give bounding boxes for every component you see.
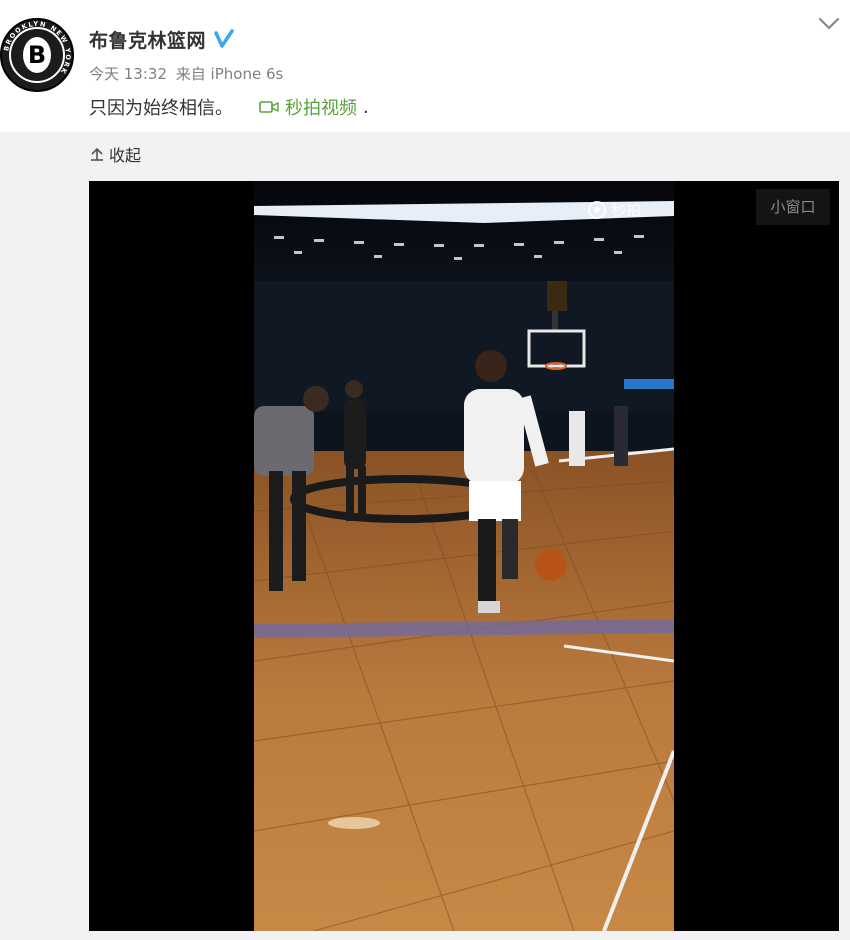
video-frame-scene — [254, 181, 674, 931]
author-name[interactable]: 布鲁克林篮网 — [89, 26, 206, 53]
post-period: . — [363, 96, 369, 118]
post-time[interactable]: 今天 13:32 — [89, 65, 167, 83]
weibo-post-card: BROOKLYN NEW YORK B 布鲁克林篮网 今天 13:32 来自 i… — [0, 0, 850, 940]
avatar[interactable]: BROOKLYN NEW YORK B — [0, 18, 74, 92]
collapse-button[interactable]: 收起 — [89, 142, 141, 166]
video-link[interactable]: 秒拍视频 — [259, 94, 357, 120]
author-row: 布鲁克林篮网 — [89, 24, 234, 54]
post-meta: 今天 13:32 来自 iPhone 6s — [89, 63, 287, 84]
chevron-down-icon[interactable] — [816, 14, 842, 34]
collapse-label: 收起 — [109, 146, 142, 165]
post-text: 只因为始终相信。 — [89, 98, 233, 119]
camera-icon — [259, 101, 279, 113]
collapse-arrow-icon — [91, 147, 103, 161]
post-content: 只因为始终相信。 秒拍视频 . — [89, 94, 369, 120]
video-player[interactable]: 秒拍 小窗口 — [89, 181, 839, 931]
miaopai-icon — [588, 200, 606, 219]
miaopai-watermark: 秒拍 — [587, 199, 641, 220]
post-source: 来自 iPhone 6s — [175, 65, 284, 83]
video-frame — [254, 181, 674, 931]
mini-window-button[interactable]: 小窗口 — [756, 189, 830, 225]
avatar-letter: B — [23, 37, 51, 73]
watermark-label: 秒拍 — [611, 201, 642, 219]
verified-icon — [214, 29, 234, 48]
video-link-label: 秒拍视频 — [285, 98, 357, 119]
